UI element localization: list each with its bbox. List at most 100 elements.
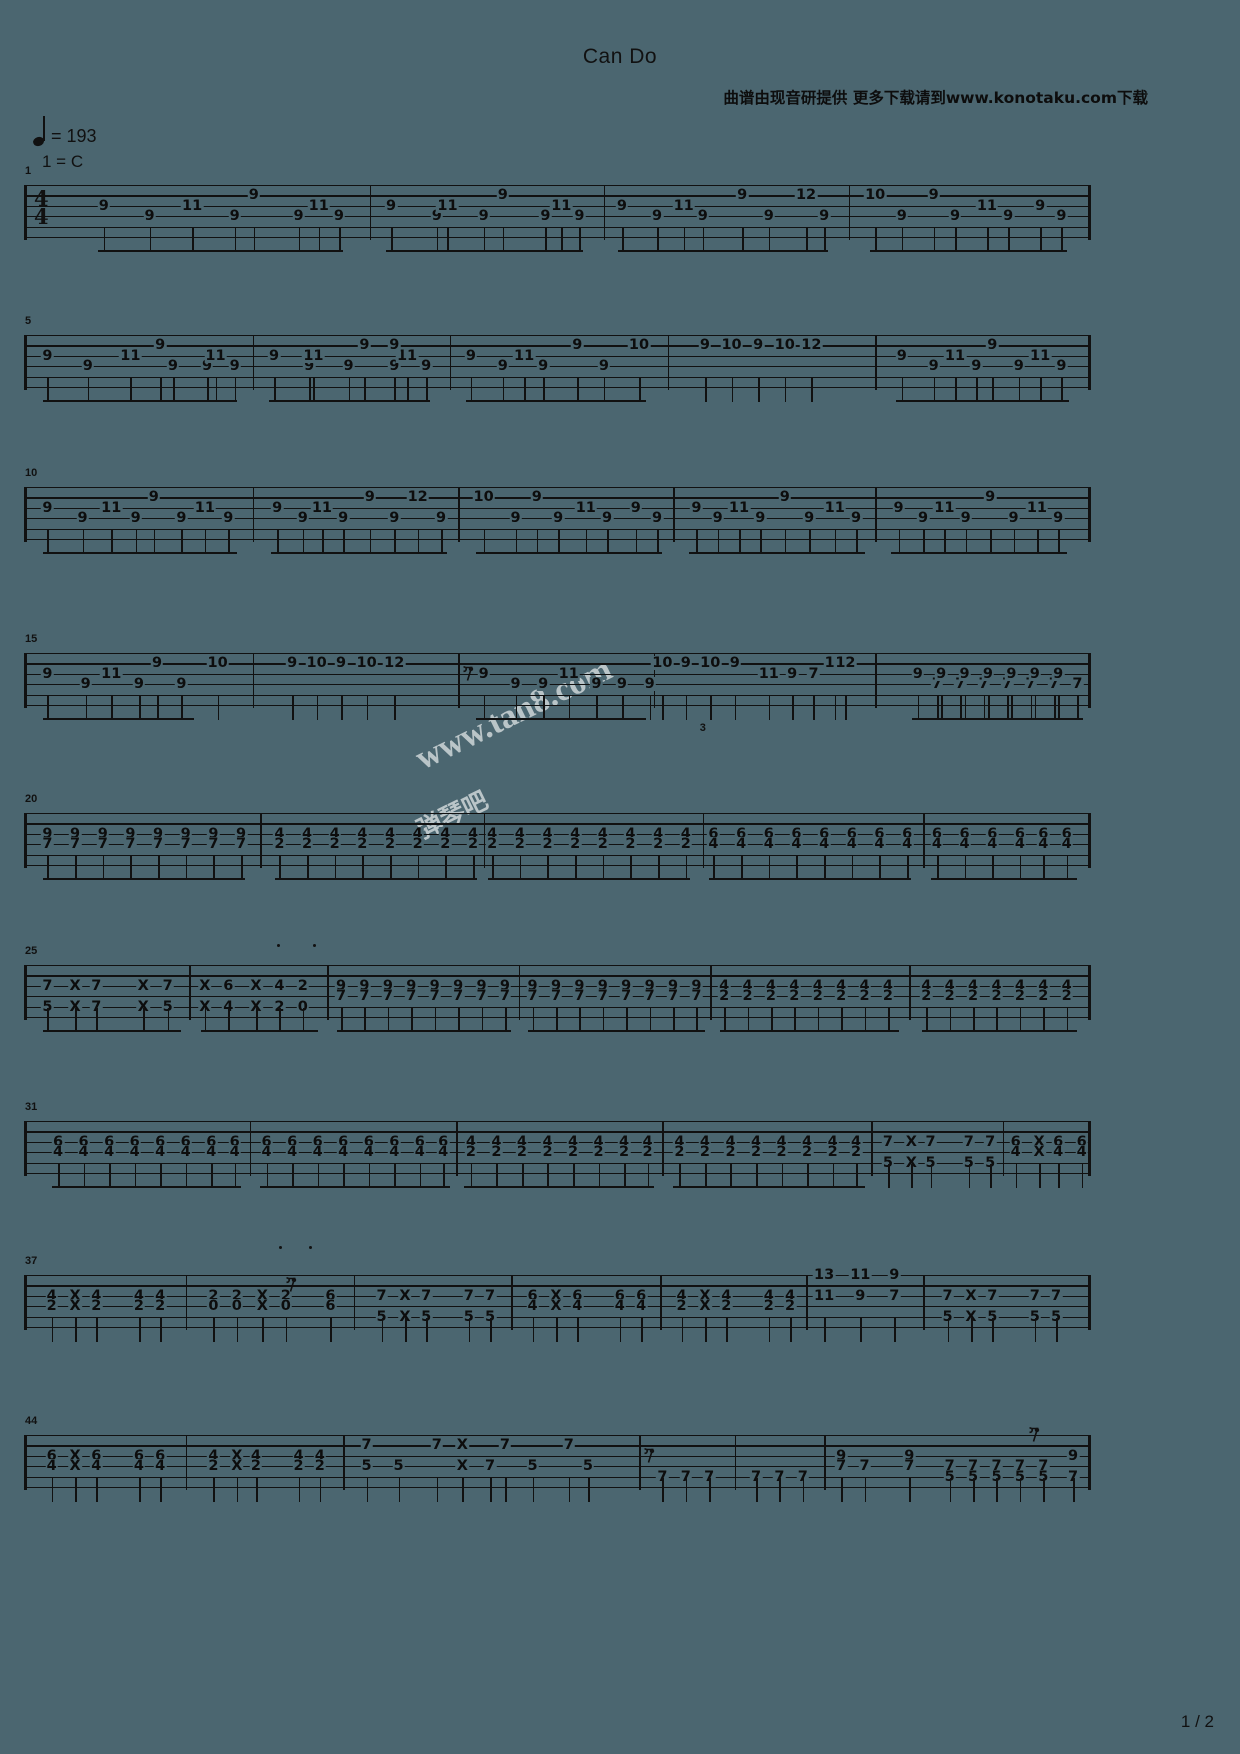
tab-note: 4 xyxy=(526,1298,539,1315)
rhythm-stem xyxy=(585,530,588,554)
rhythm-stem xyxy=(502,228,505,252)
rhythm-stem xyxy=(955,378,957,402)
tab-note: 9 xyxy=(981,665,995,682)
barline xyxy=(806,1275,808,1330)
tab-note: 2 xyxy=(858,988,871,1005)
tab-note: 7 xyxy=(161,977,174,994)
tab-note: 7 xyxy=(375,1287,388,1304)
tab-note: 9 xyxy=(1051,510,1065,527)
rhythm-stem xyxy=(334,856,337,880)
rhythm-notation xyxy=(24,856,1088,896)
barline xyxy=(252,487,255,542)
tab-note: 12 xyxy=(382,655,406,672)
rhythm-stem xyxy=(96,1318,98,1342)
rhythm-stem xyxy=(796,856,799,880)
tab-note: 9 xyxy=(888,1267,901,1283)
rhythm-stem xyxy=(824,856,826,880)
rhythm-stem xyxy=(965,530,968,554)
rhythm-stem xyxy=(348,378,351,402)
tab-note: 2 xyxy=(720,1298,733,1315)
tab-note: 7 xyxy=(419,1287,433,1304)
rhythm-stem xyxy=(279,856,281,880)
rhythm-stem xyxy=(545,228,547,252)
page-title: Can Do xyxy=(582,45,658,68)
rhythm-stem xyxy=(369,530,372,554)
tab-note: 2 xyxy=(383,836,397,853)
tab-note: X xyxy=(68,1458,82,1475)
measure-number: 44 xyxy=(25,1415,38,1427)
tab-note: 9 xyxy=(384,197,398,214)
tab-note: 2 xyxy=(834,988,848,1005)
rhythm-stem xyxy=(417,856,420,880)
rhythm-notation xyxy=(24,1478,1088,1518)
rhythm-stem xyxy=(417,530,420,554)
tab-note: 4 xyxy=(273,977,286,994)
rhythm-stem xyxy=(1043,856,1045,880)
rhythm-stem xyxy=(543,378,545,402)
tab-note: 9 xyxy=(292,208,305,225)
tab-note: 2 xyxy=(698,1144,712,1161)
rhythm-stem xyxy=(806,228,808,252)
rhythm-stem xyxy=(1043,1008,1045,1032)
rhythm-stem xyxy=(1056,1318,1058,1342)
tab-note: 9 xyxy=(895,208,909,225)
rhythm-stem xyxy=(673,1008,675,1032)
time-signature-denominator: 4 xyxy=(34,204,49,229)
tab-note: 9 xyxy=(536,358,550,375)
tab-note: 9 xyxy=(296,510,309,527)
tab-note: 4 xyxy=(817,836,831,853)
tab-staff: 9797979797979797424242424242424242424242… xyxy=(24,810,1091,868)
tab-note: 9 xyxy=(679,655,693,672)
rhythm-stem xyxy=(192,228,194,252)
tab-note: X xyxy=(230,1458,244,1475)
rhythm-stem xyxy=(602,856,605,880)
rhythm-stem xyxy=(1058,530,1060,554)
rhythm-stem xyxy=(547,1164,550,1188)
barline xyxy=(188,965,191,1020)
tuplet-label: 3 xyxy=(699,722,706,734)
tab-note: 7 xyxy=(430,1437,444,1454)
rhythm-stem xyxy=(307,856,309,880)
barline xyxy=(458,487,460,542)
tab-note: 9 xyxy=(464,347,478,364)
tab-note: X xyxy=(549,1298,563,1315)
tab-note: 11 xyxy=(436,197,459,214)
tab-note: 9 xyxy=(849,510,863,527)
tab-note: 9 xyxy=(285,655,299,672)
rhythm-stem xyxy=(138,696,141,720)
rhythm-stem xyxy=(158,856,160,880)
measure-number: 31 xyxy=(25,1101,38,1113)
rhythm-stem xyxy=(204,530,207,554)
tab-note: 9 xyxy=(132,676,146,693)
rhythm-stem xyxy=(318,228,321,252)
tab-note: 2 xyxy=(764,988,778,1005)
rhythm-stem xyxy=(807,1164,809,1188)
rhythm-stem xyxy=(213,856,215,880)
tab-staff: 9911999109109101299911999109109119711129… xyxy=(24,650,1091,708)
tab-note: 5 xyxy=(526,1458,539,1475)
rhythm-stem xyxy=(1058,1164,1060,1188)
tab-note: 9 xyxy=(573,208,586,225)
rhythm-stem xyxy=(153,530,156,554)
rhythm-stem xyxy=(211,1164,213,1188)
rhythm-stem xyxy=(577,1318,579,1342)
rhythm-stem xyxy=(933,228,936,252)
rhythm-stem xyxy=(944,530,946,554)
rhythm-stem xyxy=(483,228,486,252)
rhythm-stem xyxy=(864,1478,867,1502)
rhythm-stem xyxy=(983,696,986,720)
barline xyxy=(875,487,877,542)
tab-note: 11 xyxy=(727,499,751,516)
articulation-dot xyxy=(309,1246,313,1249)
string-line xyxy=(24,1435,1088,1437)
rhythm-stem xyxy=(47,378,49,402)
tab-note: X xyxy=(904,1133,919,1150)
tab-note: 9 xyxy=(496,358,510,375)
rhythm-stem xyxy=(543,696,545,720)
tab-note: 9 xyxy=(817,208,831,225)
tab-note: 11 xyxy=(119,347,142,364)
tab-note: 4 xyxy=(1009,1144,1022,1161)
rhythm-stem xyxy=(481,1008,484,1032)
tab-note: 7 xyxy=(888,1287,901,1304)
barline xyxy=(1088,335,1091,390)
